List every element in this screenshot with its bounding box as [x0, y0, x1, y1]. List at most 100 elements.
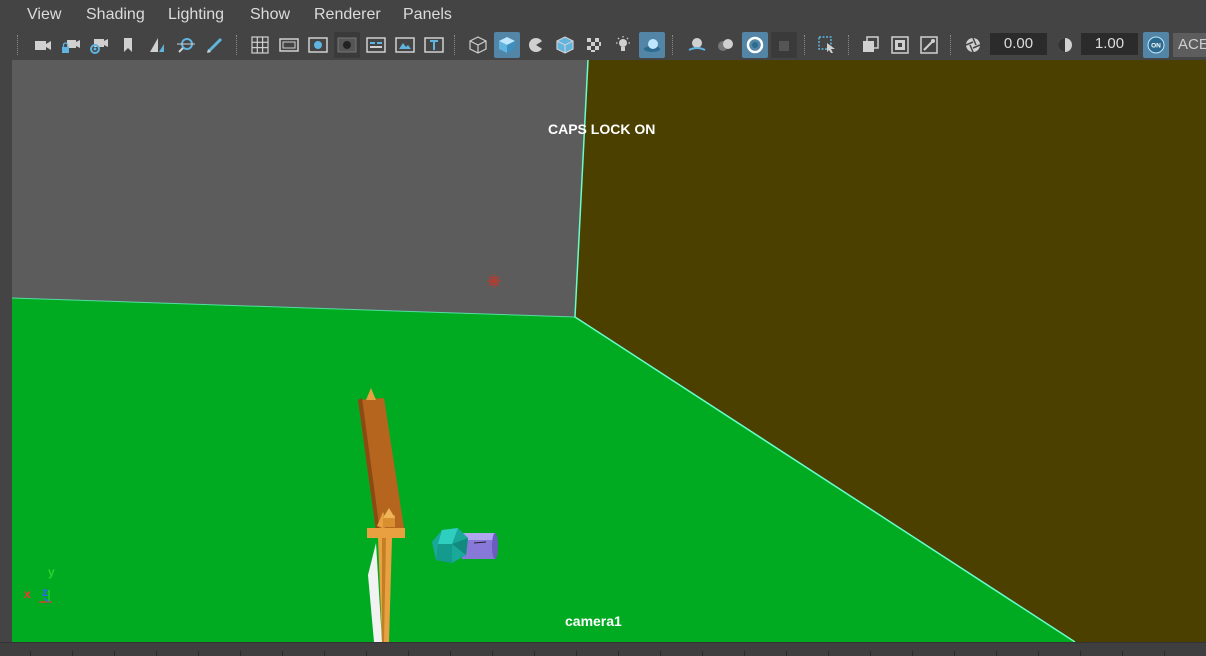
image-plane-icon	[150, 38, 164, 52]
axis-label-z: z	[42, 585, 48, 599]
wireframe-on-shaded-icon	[556, 36, 574, 54]
toolbar-separator	[848, 35, 851, 55]
motion-blur-icon	[718, 39, 733, 51]
time-tick	[324, 651, 325, 656]
time-tick	[744, 651, 745, 656]
color-management-icon: ON	[1147, 36, 1165, 54]
film-gate-button[interactable]	[276, 32, 302, 58]
lighting-menu[interactable]: Lighting	[168, 6, 224, 24]
depth-of-field-button[interactable]	[771, 32, 797, 58]
time-tick	[240, 651, 241, 656]
gamma-icon	[1058, 38, 1072, 52]
exposure-field[interactable]: 0.00	[990, 33, 1047, 55]
grid-button[interactable]	[247, 32, 273, 58]
time-tick	[996, 651, 997, 656]
select-camera-button[interactable]	[30, 32, 56, 58]
use-default-material-button[interactable]	[523, 32, 549, 58]
toolbar-separator	[804, 35, 807, 55]
time-tick	[198, 651, 199, 656]
renderer-menu[interactable]: Renderer	[314, 6, 381, 24]
back-wall	[12, 60, 588, 317]
textured-button[interactable]	[581, 32, 607, 58]
lock-camera-button[interactable]	[58, 32, 84, 58]
time-tick	[576, 651, 577, 656]
camera-attributes-icon	[90, 39, 108, 54]
safe-title-icon	[424, 37, 444, 53]
xray-joints-button[interactable]	[916, 32, 942, 58]
motion-blur-button[interactable]	[713, 32, 739, 58]
grease-pencil-button[interactable]	[202, 32, 228, 58]
time-tick	[954, 651, 955, 656]
time-tick	[702, 651, 703, 656]
axis-label-x: x	[24, 587, 31, 601]
isolate-select-button[interactable]	[814, 32, 840, 58]
time-tick	[408, 651, 409, 656]
time-tick	[618, 651, 619, 656]
image-plane-button[interactable]	[144, 32, 170, 58]
xray-active-components-button[interactable]	[887, 32, 913, 58]
camera-attributes-button[interactable]	[86, 32, 112, 58]
color-management-button[interactable]: ON	[1143, 32, 1169, 58]
time-slider-strip[interactable]	[0, 642, 1206, 656]
xray-button[interactable]	[858, 32, 884, 58]
viewport-menu-bar: View Shading Lighting Show Renderer Pane…	[0, 0, 1206, 30]
time-tick	[1122, 651, 1123, 656]
resolution-gate-button[interactable]	[305, 32, 331, 58]
time-tick	[30, 651, 31, 656]
color-management-badge: ON	[1151, 43, 1161, 50]
xray-active-components-icon	[891, 36, 909, 54]
smooth-shade-button[interactable]	[494, 32, 520, 58]
two-d-pan-zoom-icon	[177, 38, 195, 53]
safe-action-icon	[395, 37, 415, 53]
panels-menu[interactable]: Panels	[403, 6, 452, 24]
smooth-shade-icon	[499, 37, 515, 53]
exposure-button[interactable]	[960, 32, 986, 58]
axis-label-y: y	[48, 565, 55, 579]
screen-space-ao-icon	[688, 38, 706, 51]
time-tick	[534, 651, 535, 656]
depth-of-field-icon	[779, 41, 789, 51]
shading-menu[interactable]: Shading	[86, 6, 145, 24]
time-tick	[1080, 651, 1081, 656]
viewport-toolbar: 0.00 1.00 ON ACE	[0, 30, 1206, 60]
wireframe-on-shaded-button[interactable]	[552, 32, 578, 58]
gamma-field[interactable]: 1.00	[1081, 33, 1138, 55]
toolbar-separator	[454, 35, 457, 55]
film-gate-icon	[279, 38, 299, 52]
time-tick	[1038, 651, 1039, 656]
toolbar-separator	[17, 35, 20, 55]
lights-icon	[616, 36, 630, 51]
field-chart-button[interactable]	[363, 32, 389, 58]
bookmark-button[interactable]	[115, 32, 141, 58]
anti-aliasing-button[interactable]	[742, 32, 768, 58]
safe-action-button[interactable]	[392, 32, 418, 58]
gate-mask-button[interactable]	[334, 32, 360, 58]
toolbar-separator	[236, 35, 239, 55]
time-tick	[492, 651, 493, 656]
screen-space-ao-button[interactable]	[684, 32, 710, 58]
scene-render: x y z	[12, 60, 1206, 642]
wireframe-button[interactable]	[465, 32, 491, 58]
time-tick	[660, 651, 661, 656]
viewport-3d[interactable]: x y z CAPS LOCK ON camera1	[12, 60, 1206, 642]
toolbar-separator	[672, 35, 675, 55]
textured-icon	[587, 38, 601, 52]
safe-title-button[interactable]	[421, 32, 447, 58]
lights-button[interactable]	[610, 32, 636, 58]
gate-mask-icon	[337, 37, 357, 53]
show-menu[interactable]: Show	[250, 6, 290, 24]
xray-joints-icon	[920, 36, 938, 54]
xray-icon	[863, 36, 879, 52]
grease-pencil-icon	[207, 37, 223, 53]
time-tick	[912, 651, 913, 656]
gamma-button[interactable]	[1052, 32, 1078, 58]
view-menu[interactable]: View	[27, 6, 61, 24]
time-tick	[870, 651, 871, 656]
view-transform-dropdown[interactable]: ACE	[1173, 33, 1206, 57]
shadows-button[interactable]	[639, 32, 665, 58]
two-d-pan-zoom-button[interactable]	[173, 32, 199, 58]
toolbar-separator	[950, 35, 953, 55]
field-chart-icon	[366, 37, 386, 53]
time-tick	[72, 651, 73, 656]
use-default-material-icon	[529, 38, 544, 52]
